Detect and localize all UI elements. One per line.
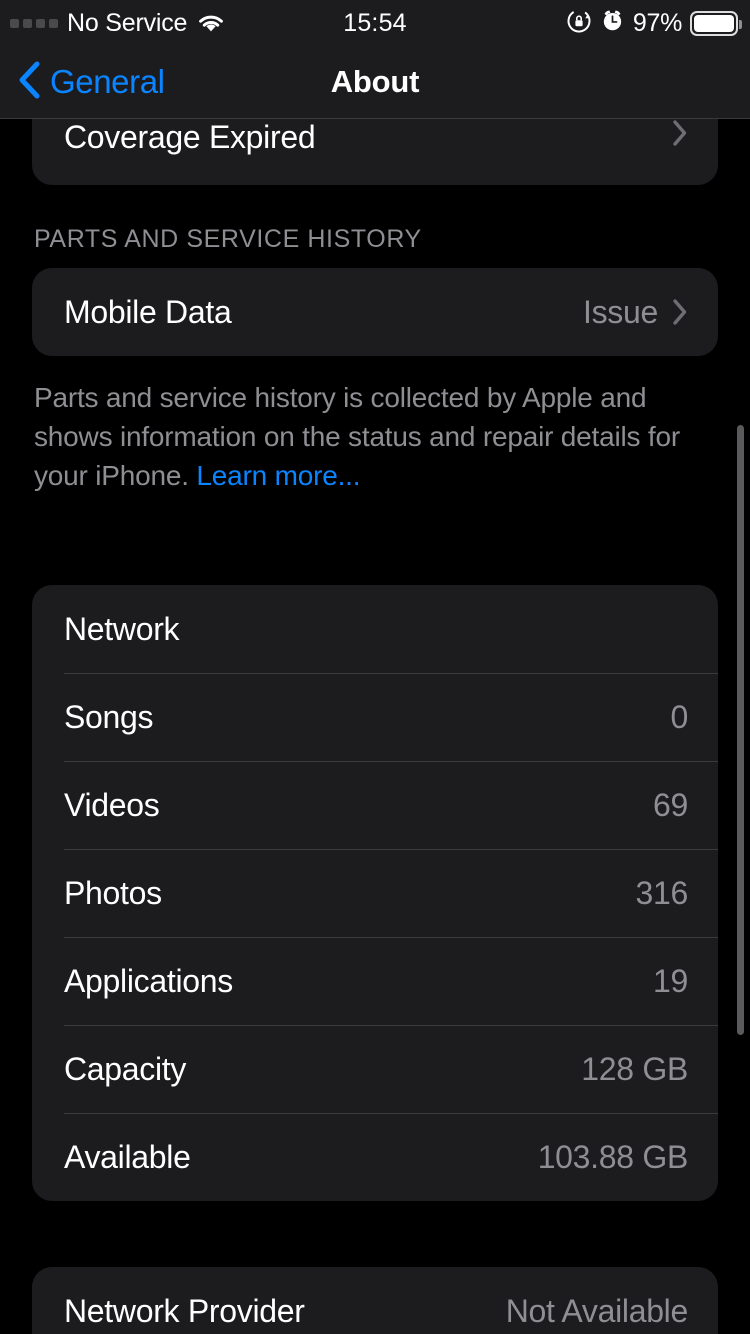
row-label: Applications [64, 962, 233, 999]
table-row[interactable]: Songs 0 [32, 673, 718, 761]
row-value: 0 [670, 698, 689, 735]
row-label: Photos [64, 874, 162, 911]
table-row[interactable]: Capacity 128 GB [32, 1025, 718, 1113]
rotation-lock-icon [566, 8, 592, 39]
chevron-right-icon [672, 119, 688, 147]
table-row[interactable]: Network [32, 585, 718, 673]
table-row[interactable]: Available 103.88 GB [32, 1113, 718, 1201]
battery-full-icon [690, 10, 742, 36]
table-row[interactable]: Photos 316 [32, 849, 718, 937]
back-button[interactable]: General [0, 61, 165, 104]
row-value: Issue [583, 293, 658, 330]
chevron-right-icon [672, 298, 688, 326]
row-label: Coverage Expired [64, 119, 316, 155]
row-label: Capacity [64, 1050, 187, 1087]
status-bar-right: 97% [566, 8, 750, 39]
row-label: Videos [64, 786, 160, 823]
table-row[interactable]: Network Provider Not Available [32, 1267, 718, 1334]
parts-service-footer: Parts and service history is collected b… [0, 356, 750, 495]
about-settings-screen: No Service 15:54 97% General About Cover… [0, 0, 750, 1334]
row-value: 128 GB [581, 1050, 688, 1087]
network-provider-card: Network Provider Not Available [32, 1267, 718, 1334]
row-value: 19 [653, 962, 688, 999]
row-label: Network Provider [64, 1292, 305, 1329]
section-header-parts-and-service-history: PARTS AND SERVICE HISTORY [34, 225, 422, 253]
row-label: Mobile Data [64, 293, 232, 330]
settings-scroll-area[interactable]: Coverage Expired PARTS AND SERVICE HISTO… [0, 119, 750, 1334]
table-row[interactable]: Applications 19 [32, 937, 718, 1025]
learn-more-link[interactable]: Learn more... [196, 460, 360, 491]
navigation-bar: General About [0, 46, 750, 119]
battery-percent-label: 97% [632, 8, 682, 37]
alarm-clock-icon [600, 8, 625, 38]
row-label: Network [64, 610, 180, 647]
chevron-left-icon [18, 61, 40, 104]
row-value: 316 [635, 874, 689, 911]
parts-service-card: Mobile Data Issue [32, 268, 718, 356]
table-row[interactable]: Mobile Data Issue [32, 268, 718, 356]
vertical-scroll-indicator[interactable] [737, 425, 744, 1035]
row-label: Songs [64, 698, 154, 735]
status-bar: No Service 15:54 97% [0, 0, 750, 46]
table-row[interactable]: Videos 69 [32, 761, 718, 849]
table-row[interactable]: Coverage Expired [32, 119, 718, 185]
row-value: 69 [653, 786, 688, 823]
row-value: Not Available [505, 1292, 689, 1329]
row-label: Available [64, 1138, 191, 1175]
row-value: 103.88 GB [537, 1138, 689, 1175]
coverage-card: Coverage Expired [32, 119, 718, 185]
device-info-card: Network Songs 0 Videos 69 Photos 316 App… [32, 585, 718, 1201]
back-button-label: General [50, 63, 165, 100]
